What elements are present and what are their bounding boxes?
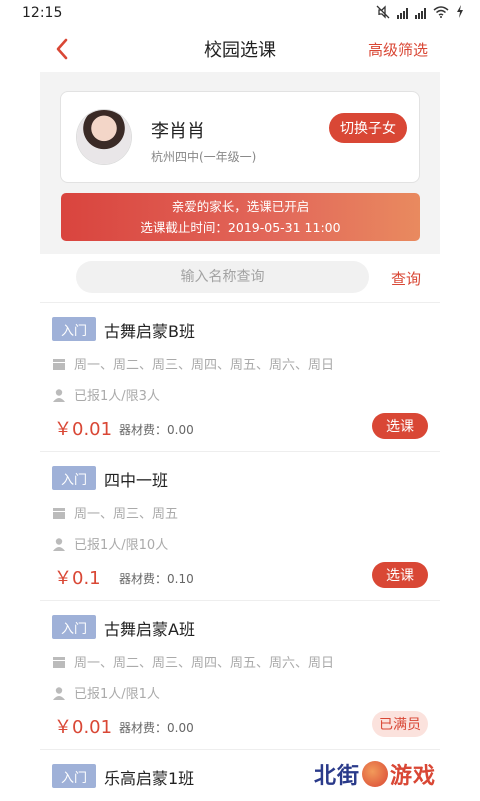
level-tag: 入门 bbox=[52, 466, 96, 490]
notice-line-2: 选课截止时间：2019-05-31 11:00 bbox=[140, 220, 341, 235]
status-bar: 12:15 bbox=[0, 0, 480, 26]
level-tag: 入门 bbox=[52, 615, 96, 639]
mute-icon bbox=[376, 4, 390, 22]
enrollment-count: 已报1人/限3人 bbox=[74, 389, 160, 404]
material-fee: 器材费：0.00 bbox=[119, 721, 194, 735]
page-title: 校园选课 bbox=[204, 40, 276, 61]
watermark-text-right: 游戏 bbox=[390, 764, 437, 789]
search-button[interactable]: 查询 bbox=[391, 268, 421, 289]
back-button[interactable] bbox=[50, 35, 76, 63]
level-tag: 入门 bbox=[52, 317, 96, 341]
schedule-row: 周一、周二、周三、周四、周五、周六、周日 bbox=[52, 354, 334, 373]
course-card: 入门 四中一班 周一、周三、周五 已报1人/限10人 ￥0.1 器材费：0.10… bbox=[40, 451, 440, 602]
calendar-icon bbox=[52, 357, 66, 371]
charging-icon bbox=[456, 5, 464, 21]
chevron-left-icon bbox=[56, 38, 68, 60]
nav-bar: 校园选课 高级筛选 bbox=[0, 26, 480, 72]
watermark-logo: 北街 游戏 bbox=[314, 754, 464, 794]
schedule-days: 周一、周三、周五 bbox=[74, 507, 179, 522]
course-card: 入门 古舞启蒙B班 周一、周二、周三、周四、周五、周六、周日 已报1人/限3人 … bbox=[40, 302, 440, 453]
calendar-icon bbox=[52, 655, 66, 669]
enrollment-row: 已报1人/限10人 bbox=[52, 534, 168, 553]
price: ￥0.01 bbox=[54, 717, 113, 738]
person-icon bbox=[52, 686, 66, 700]
watermark-ball-icon bbox=[362, 761, 389, 787]
enrollment-row: 已报1人/限3人 bbox=[52, 385, 160, 404]
watermark-text-left: 北街 bbox=[314, 764, 361, 789]
advanced-filter-button[interactable]: 高级筛选 bbox=[368, 39, 428, 60]
enrollment-count: 已报1人/限10人 bbox=[74, 538, 169, 553]
search-input[interactable] bbox=[76, 261, 369, 293]
course-name: 古舞启蒙A班 bbox=[104, 620, 195, 639]
notice-line-1: 亲爱的家长，选课已开启 bbox=[171, 199, 310, 214]
price: ￥0.01 bbox=[54, 419, 113, 440]
schedule-row: 周一、周二、周三、周四、周五、周六、周日 bbox=[52, 652, 334, 671]
full-status-button[interactable]: 已满员 bbox=[372, 711, 428, 737]
person-icon bbox=[52, 388, 66, 402]
avatar bbox=[77, 110, 131, 164]
notice-banner: 亲爱的家长，选课已开启 选课截止时间：2019-05-31 11:00 bbox=[61, 193, 420, 241]
enrollment-count: 已报1人/限1人 bbox=[74, 687, 160, 702]
course-name: 古舞启蒙B班 bbox=[104, 322, 195, 341]
material-fee: 器材费：0.10 bbox=[119, 572, 194, 586]
schedule-days: 周一、周二、周三、周四、周五、周六、周日 bbox=[74, 358, 335, 373]
schedule-days: 周一、周二、周三、周四、周五、周六、周日 bbox=[74, 656, 335, 671]
course-name: 四中一班 bbox=[104, 471, 169, 490]
schedule-row: 周一、周三、周五 bbox=[52, 503, 178, 522]
calendar-icon bbox=[52, 506, 66, 520]
person-icon bbox=[52, 537, 66, 551]
signal-icon-2 bbox=[415, 7, 426, 19]
switch-child-button[interactable]: 切换子女 bbox=[329, 113, 407, 143]
course-name: 乐高启蒙1班 bbox=[104, 769, 195, 788]
wifi-icon bbox=[433, 5, 449, 21]
student-name: 李肖肖 bbox=[151, 121, 205, 142]
level-tag: 入门 bbox=[52, 764, 96, 788]
select-course-button[interactable]: 选课 bbox=[372, 562, 428, 588]
student-profile-card: 李肖肖 杭州四中(一年级一) 切换子女 bbox=[60, 91, 420, 183]
select-course-button[interactable]: 选课 bbox=[372, 413, 428, 439]
course-card: 入门 古舞启蒙A班 周一、周二、周三、周四、周五、周六、周日 已报1人/限1人 … bbox=[40, 600, 440, 751]
student-school: 杭州四中(一年级一) bbox=[151, 150, 257, 164]
status-time: 12:15 bbox=[22, 5, 63, 21]
price: ￥0.1 bbox=[54, 568, 101, 589]
enrollment-row: 已报1人/限1人 bbox=[52, 683, 160, 702]
status-icons bbox=[376, 4, 464, 22]
signal-icon bbox=[397, 7, 408, 19]
material-fee: 器材费：0.00 bbox=[119, 423, 194, 437]
